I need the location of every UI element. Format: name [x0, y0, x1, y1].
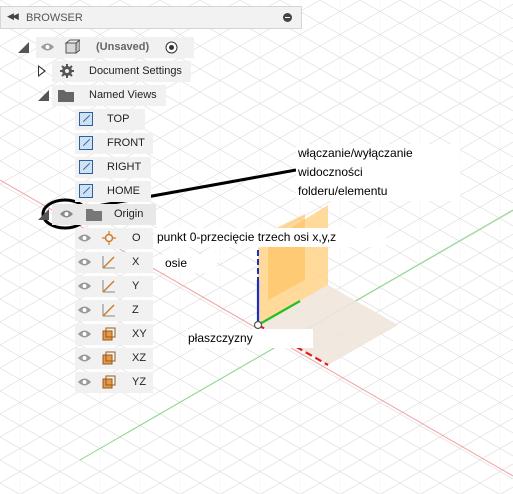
planes-annotation: płaszczyzny: [186, 329, 313, 348]
origin-item-y[interactable]: Y: [75, 276, 153, 297]
origin-point-icon: [102, 231, 116, 245]
plane-icon: [102, 351, 116, 365]
origin-item-label: X: [132, 256, 140, 268]
view-item-top[interactable]: TOP: [75, 109, 145, 130]
document-settings-label: Document Settings: [89, 65, 182, 77]
activate-radio-icon[interactable]: [165, 41, 178, 54]
visibility-annotation-line: widoczności: [298, 165, 363, 179]
origin-item-label: YZ: [132, 376, 147, 388]
collapse-arrow-icon[interactable]: [38, 209, 49, 220]
visibility-eye-icon[interactable]: [78, 378, 91, 386]
plane-icon: [102, 375, 116, 389]
axes-annotation: osie: [163, 254, 218, 273]
origin-item-xz[interactable]: XZ: [75, 348, 153, 369]
collapse-arrow-icon[interactable]: [38, 90, 49, 101]
origin-item-xy[interactable]: XY: [75, 324, 153, 345]
visibility-annotation-line: folderu/elementu: [298, 184, 388, 198]
component-icon: [64, 39, 80, 54]
gear-icon: [60, 64, 74, 78]
origin-item-label: XY: [132, 328, 147, 340]
named-view-icon: [79, 112, 93, 126]
root-label: (Unsaved): [96, 41, 150, 53]
visibility-eye-icon[interactable]: [78, 354, 91, 362]
axis-icon: [102, 256, 115, 269]
expand-arrow-icon[interactable]: [38, 65, 46, 77]
origin-point-annotation: punkt 0-przecięcie trzech osi x,y,z: [155, 228, 387, 247]
visibility-eye-icon[interactable]: [78, 234, 91, 242]
origin-point: [253, 320, 263, 330]
tree-item-origin[interactable]: Origin: [36, 204, 156, 225]
view-label: FRONT: [107, 137, 145, 149]
named-views-label: Named Views: [89, 89, 157, 101]
visibility-annotation: włączanie/wyłączanie widoczności folderu…: [296, 144, 460, 201]
origin-item-label: XZ: [132, 352, 147, 364]
visibility-eye-icon[interactable]: [78, 306, 91, 314]
folder-icon: [86, 209, 102, 221]
visibility-annotation-line: włączanie/wyłączanie: [298, 146, 413, 160]
origin-item-z[interactable]: Z: [75, 300, 153, 321]
named-view-icon: [79, 160, 93, 174]
origin-item-yz[interactable]: YZ: [75, 372, 153, 393]
origin-item-x[interactable]: X: [75, 252, 153, 273]
panel-options-icon[interactable]: [283, 13, 292, 22]
named-view-icon: [79, 184, 93, 198]
tree-item-document-settings[interactable]: Document Settings: [36, 61, 191, 82]
visibility-eye-icon[interactable]: [78, 258, 91, 266]
visibility-eye-icon[interactable]: [60, 210, 73, 218]
plane-icon: [102, 327, 116, 341]
visibility-eye-icon[interactable]: [41, 43, 54, 51]
expand-root-icon[interactable]: [18, 42, 29, 53]
view-item-right[interactable]: RIGHT: [75, 157, 151, 178]
origin-item-label: Z: [132, 304, 139, 316]
origin-item-label: O: [132, 232, 141, 244]
tree-item-named-views[interactable]: Named Views: [36, 85, 166, 106]
visibility-eye-icon[interactable]: [78, 282, 91, 290]
browser-header: ◀◀ BROWSER: [0, 6, 302, 29]
origin-label: Origin: [114, 208, 144, 220]
origin-item-label: Y: [132, 280, 140, 292]
collapse-panel-icon[interactable]: ◀◀: [7, 11, 19, 22]
axis-icon: [102, 304, 115, 317]
folder-icon: [58, 90, 74, 102]
view-item-home[interactable]: HOME: [75, 181, 151, 202]
view-label: RIGHT: [107, 161, 142, 173]
view-item-front[interactable]: FRONT: [75, 133, 153, 154]
browser-title: BROWSER: [26, 12, 83, 24]
tree-root-row[interactable]: (Unsaved): [14, 37, 194, 58]
view-label: HOME: [107, 185, 140, 197]
origin-item-point[interactable]: O: [75, 228, 153, 249]
view-label: TOP: [107, 113, 130, 125]
named-view-icon: [79, 136, 93, 150]
axis-icon: [102, 280, 115, 293]
visibility-eye-icon[interactable]: [78, 330, 91, 338]
